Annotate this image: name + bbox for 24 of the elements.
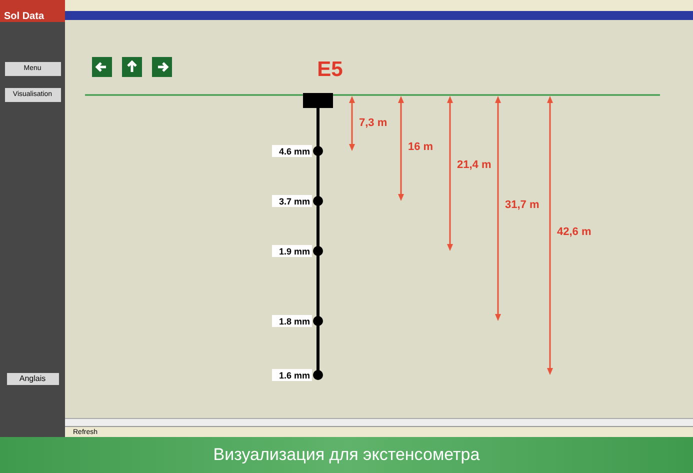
anchor-label: 1.8 mm xyxy=(272,315,312,327)
anchor-label: 3.7 mm xyxy=(272,195,312,207)
depth-label: 7,3 m xyxy=(359,117,388,129)
anchor-dot xyxy=(313,370,323,380)
anchor-dot xyxy=(313,196,323,206)
depth-arrow xyxy=(349,96,355,151)
logo: Sol Data xyxy=(0,0,65,22)
anchor-dot xyxy=(313,146,323,156)
anchor-label: 4.6 mm xyxy=(272,145,312,157)
depth-label: 16 m xyxy=(408,141,434,153)
depth-label: 21,4 m xyxy=(457,159,492,171)
nav-left-button[interactable] xyxy=(92,57,112,77)
caption: Визуализация для экстенсометра xyxy=(213,444,480,466)
anchor-dot xyxy=(313,316,323,326)
nav-up-button[interactable] xyxy=(122,57,142,77)
anchor-label: 1.6 mm xyxy=(272,369,312,381)
anchor-dot xyxy=(313,246,323,256)
nav-right-button[interactable] xyxy=(152,57,172,77)
diagram-title: E5 xyxy=(317,58,343,81)
head-block xyxy=(303,93,333,108)
anchor-label: 1.9 mm xyxy=(272,245,312,257)
language-button[interactable]: Anglais xyxy=(6,373,58,385)
depth-label: 42,6 m xyxy=(557,226,592,238)
depth-label: 31,7 m xyxy=(505,199,540,211)
